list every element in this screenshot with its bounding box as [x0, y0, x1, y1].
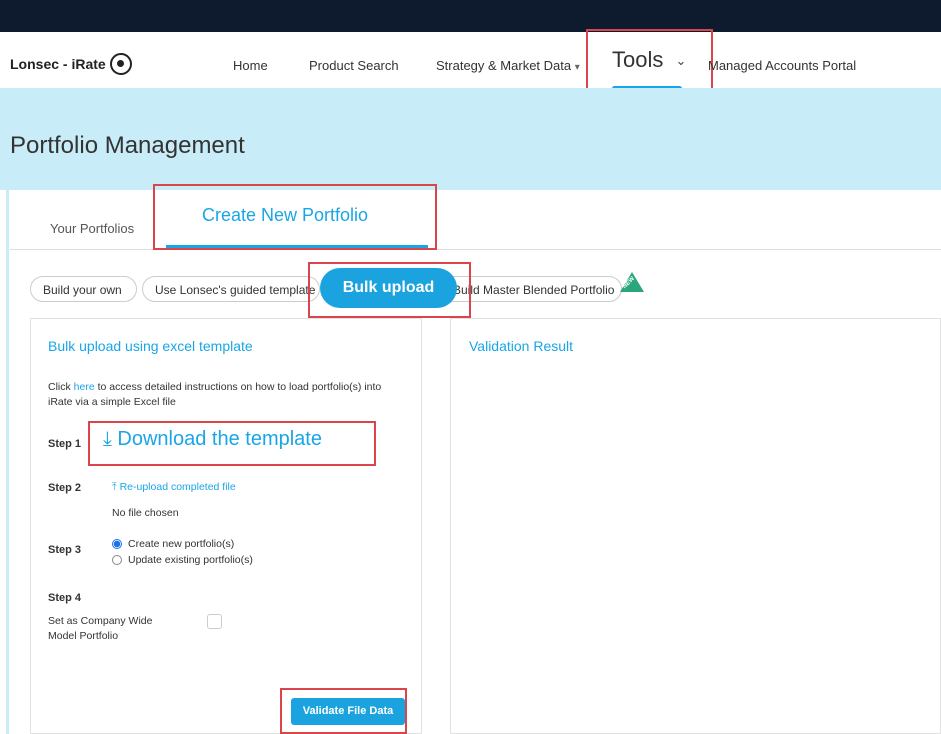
step1-label: Step 1	[48, 438, 82, 450]
radio-update-indicator[interactable]	[112, 555, 122, 566]
nav-strategy-label: Strategy & Market Data	[436, 58, 572, 73]
tabs-divider	[10, 249, 941, 250]
logo-text: Lonsec - iRate	[10, 56, 106, 72]
logo[interactable]: Lonsec - iRate	[10, 53, 132, 75]
highlight-create-new-portfolio	[153, 184, 437, 250]
reupload-file-link[interactable]: ⤒ Re-upload completed file	[112, 481, 236, 494]
radio-update-label: Update existing portfolio(s)	[128, 554, 253, 566]
instructions-prefix: Click	[48, 381, 74, 393]
validation-result-title: Validation Result	[469, 338, 574, 354]
bulk-upload-title: Bulk upload using excel template	[48, 338, 253, 354]
nav-managed-accounts-portal[interactable]: Managed Accounts Portal	[708, 58, 856, 73]
nav-home[interactable]: Home	[233, 58, 268, 73]
instructions-text: Click here to access detailed instructio…	[48, 380, 408, 410]
pill-build-your-own[interactable]: Build your own	[30, 276, 137, 302]
step4-label: Step 4	[48, 592, 82, 604]
company-wide-checkbox[interactable]	[207, 614, 222, 629]
highlight-validate-button	[280, 688, 407, 734]
pill-guided-template[interactable]: Use Lonsec's guided template	[142, 276, 320, 302]
no-file-chosen-text: No file chosen	[112, 507, 179, 519]
page-title: Portfolio Management	[10, 132, 245, 159]
chevron-down-icon: ▾	[574, 62, 580, 73]
radio-create-label: Create new portfolio(s)	[128, 538, 235, 550]
reupload-file-label: Re-upload completed file	[119, 481, 236, 493]
upload-icon: ⤒	[112, 481, 117, 493]
step2-label: Step 2	[48, 482, 82, 494]
nav-strategy-market-data[interactable]: Strategy & Market Data ▾	[436, 58, 580, 73]
instructions-suffix: to access detailed instructions on how t…	[48, 381, 382, 408]
validation-result-panel	[450, 318, 941, 734]
highlight-bulk-upload	[308, 262, 471, 318]
logo-mark-icon	[109, 53, 132, 75]
step3-label: Step 3	[48, 544, 82, 556]
top-bar	[0, 0, 941, 32]
tab-your-portfolios[interactable]: Your Portfolios	[50, 221, 134, 236]
radio-update-existing-portfolio[interactable]: Update existing portfolio(s)	[112, 554, 253, 566]
radio-create-indicator[interactable]	[112, 539, 122, 550]
company-wide-label: Set as Company Wide Model Portfolio	[48, 615, 153, 642]
nav-product-search[interactable]: Product Search	[309, 58, 399, 73]
left-accent-line	[6, 190, 9, 734]
instructions-here-link[interactable]: here	[74, 381, 95, 393]
radio-create-new-portfolio[interactable]: Create new portfolio(s)	[112, 538, 234, 550]
highlight-download-template	[88, 421, 376, 466]
